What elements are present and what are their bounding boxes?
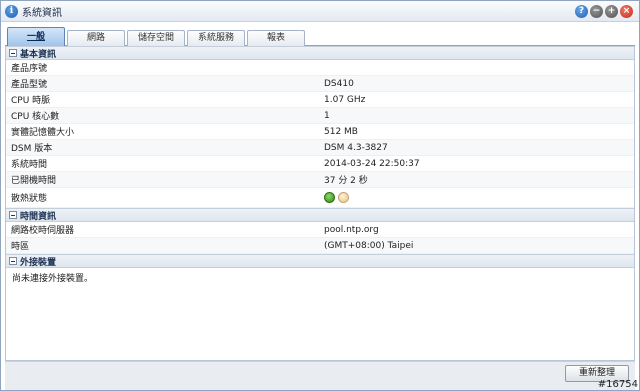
collapse-icon[interactable] [9,211,17,219]
tab-reports[interactable]: 報表 [247,30,305,46]
info-row: 產品序號 [6,60,634,76]
help-icon[interactable]: ? [575,5,588,18]
row-label: DSM 版本 [11,144,53,154]
row-label: 產品序號 [11,64,48,74]
section-title: 時間資訊 [20,211,57,222]
row-label: CPU 時脈 [11,96,51,106]
row-label: CPU 核心數 [11,112,60,122]
info-row: 已開機時間 37 分 2 秒 [6,172,634,188]
tab-general[interactable]: 一般 [7,27,65,46]
row-value: 512 MB [324,126,358,137]
row-label: 網路校時伺服器 [11,226,75,236]
collapse-icon[interactable] [9,49,17,57]
info-row: CPU 核心數 1 [6,108,634,124]
collapse-icon[interactable] [9,257,17,265]
window-controls: ? − + × [575,5,633,18]
tab-network[interactable]: 網路 [67,30,125,46]
row-value: (GMT+08:00) Taipei [324,240,414,251]
row-label: 已開機時間 [11,176,57,186]
row-value: 1.07 GHz [324,94,366,105]
system-info-window: i 系統資訊 ? − + × 一般 網路 儲存空間 系統服務 報表 基本資訊 產… [0,0,640,391]
minimize-icon[interactable]: − [590,5,603,18]
info-row: DSM 版本 DSM 4.3-3827 [6,140,634,156]
row-label: 實體記憶體大小 [11,128,75,138]
info-row: 實體記憶體大小 512 MB [6,124,634,140]
row-label: 時區 [11,242,30,252]
watermark-text: #16754 [597,379,638,390]
row-value: 37 分 2 秒 [324,176,368,186]
info-row: 產品型號 DS410 [6,76,634,92]
info-row: 網路校時伺服器 pool.ntp.org [6,222,634,238]
section-basic-header[interactable]: 基本資訊 [6,46,634,60]
info-icon: i [5,4,18,18]
info-row: CPU 時脈 1.07 GHz [6,92,634,108]
info-row: 系統時間 2014-03-24 22:50:37 [6,156,634,172]
maximize-icon[interactable]: + [605,5,618,18]
footer-bar: 重新整理 [5,361,635,390]
row-value: DSM 4.3-3827 [324,142,388,153]
general-panel: 基本資訊 產品序號 產品型號 DS410 CPU 時脈 1.07 GHz CPU… [5,46,635,361]
row-value: DS410 [324,78,354,89]
tab-bar: 一般 網路 儲存空間 系統服務 報表 [5,27,635,46]
row-value: 2014-03-24 22:50:37 [324,158,420,169]
row-label: 散熱狀態 [11,194,48,204]
window-title: 系統資訊 [22,7,62,19]
section-time-header[interactable]: 時間資訊 [6,208,634,222]
close-icon[interactable]: × [620,5,633,18]
tab-services[interactable]: 系統服務 [187,30,245,46]
tab-storage[interactable]: 儲存空間 [127,30,185,46]
section-title: 外接裝置 [20,257,57,268]
fan-status [324,192,634,203]
info-row: 散熱狀態 [6,188,634,208]
section-title: 基本資訊 [20,49,57,60]
row-label: 系統時間 [11,160,48,170]
info-row: 時區 (GMT+08:00) Taipei [6,238,634,254]
title-bar[interactable]: i 系統資訊 ? − + × [1,1,639,22]
no-device-note: 尚未連接外接裝置。 [12,274,94,284]
fan-ok-icon [324,192,335,203]
section-external-header[interactable]: 外接裝置 [6,254,634,268]
row-label: 產品型號 [11,80,48,90]
row-value: pool.ntp.org [324,224,379,235]
fan-idle-icon [338,192,349,203]
row-value: 1 [324,110,330,121]
